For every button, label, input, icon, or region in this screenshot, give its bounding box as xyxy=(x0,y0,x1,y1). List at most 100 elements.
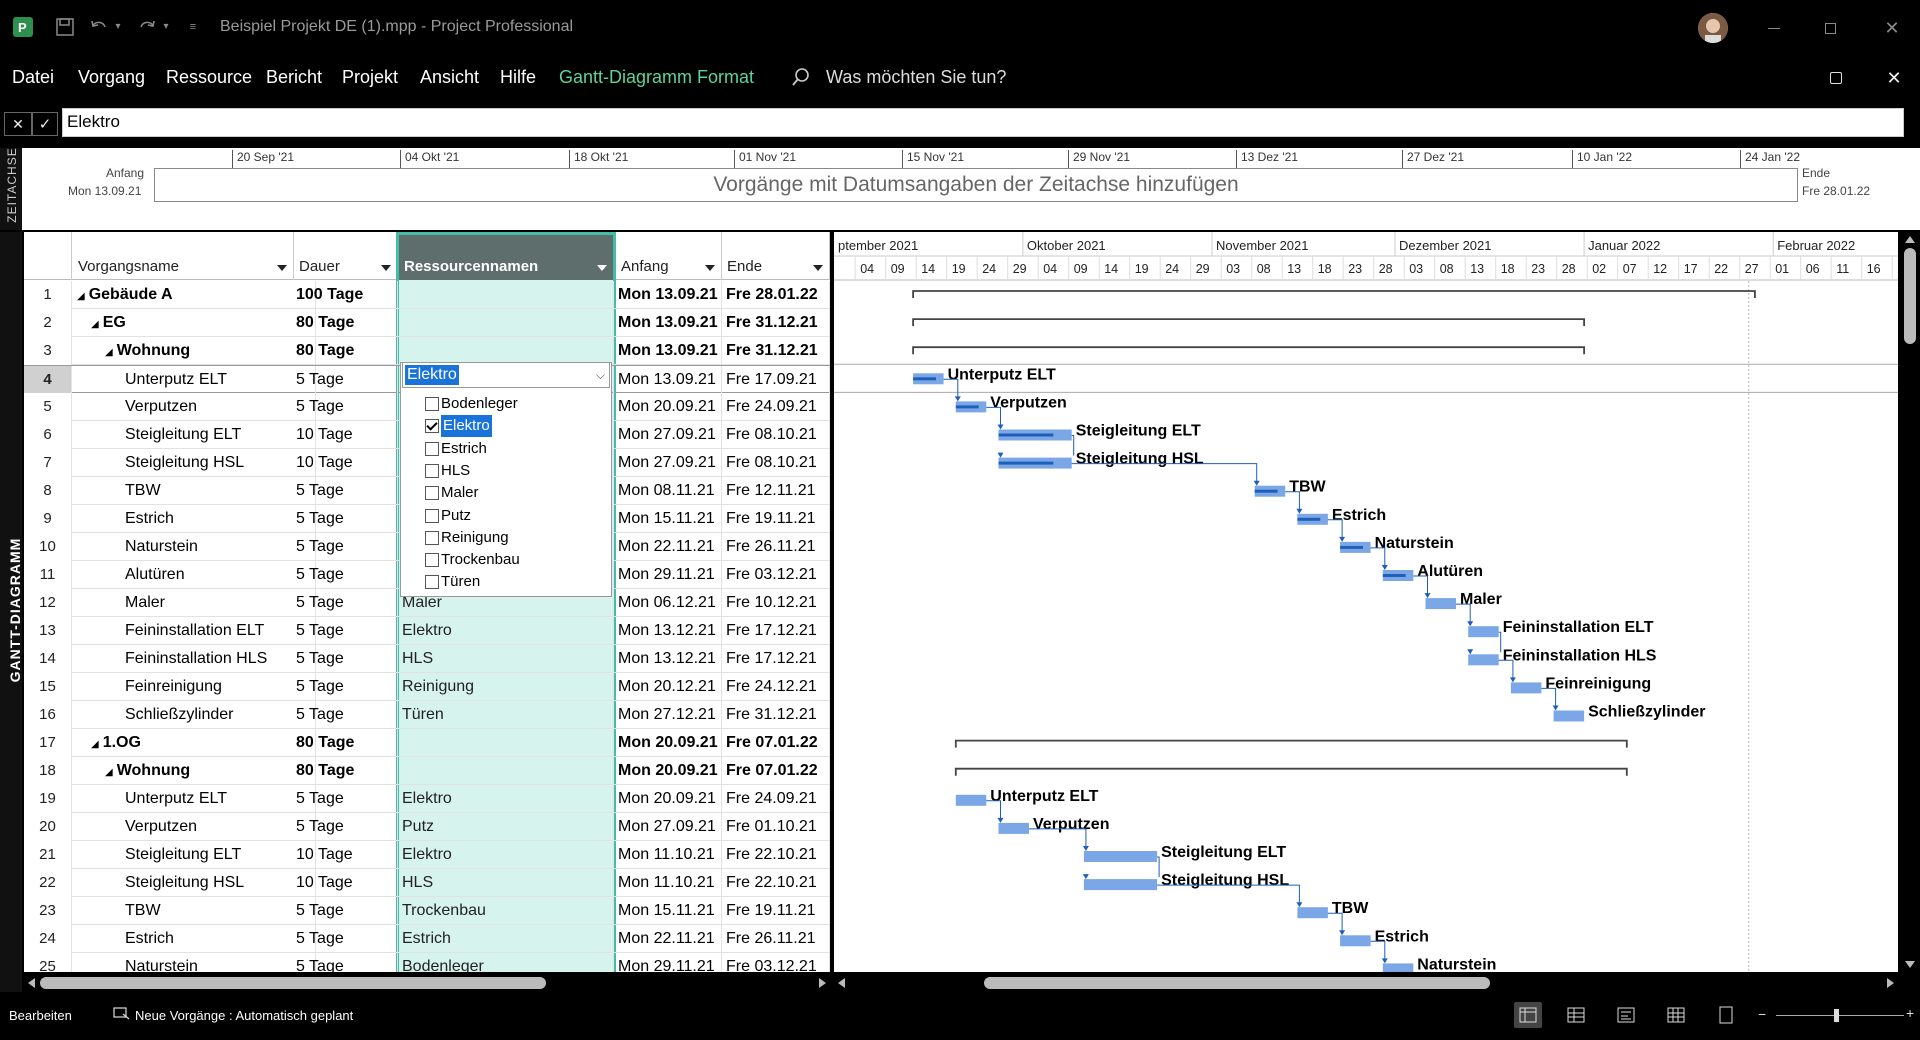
resource-option[interactable]: Maler xyxy=(425,482,479,504)
resource-cell[interactable] xyxy=(398,281,614,309)
customize-quick-access-icon[interactable]: ≡ xyxy=(186,20,200,34)
resource-cell[interactable] xyxy=(398,337,614,365)
duration-cell[interactable]: 10 Tage xyxy=(294,841,398,869)
start-date-cell[interactable]: Mon 13.09.21 xyxy=(618,281,722,309)
duration-cell[interactable]: 5 Tage xyxy=(294,477,398,505)
row-number[interactable]: 21 xyxy=(24,841,72,869)
task-name-cell[interactable]: Naturstein xyxy=(73,953,316,972)
view-team-planner-icon[interactable] xyxy=(1612,1002,1640,1028)
row-number[interactable]: 4 xyxy=(24,366,72,394)
tab-bericht[interactable]: Bericht xyxy=(266,67,322,88)
resource-cell[interactable]: Reinigung xyxy=(398,673,614,701)
resource-option[interactable]: HLS xyxy=(425,460,470,482)
table-horizontal-scrollbar[interactable] xyxy=(24,973,830,993)
table-row[interactable]: 16 Schließzylinder 5 Tage Türen Mon 27.12.21… xyxy=(24,701,830,729)
end-date-cell[interactable]: Fre 31.12.21 xyxy=(722,309,830,337)
resource-option[interactable]: Elektro xyxy=(425,415,492,438)
row-number[interactable]: 8 xyxy=(24,477,72,505)
task-name-cell[interactable]: Steigleitung ELT xyxy=(73,841,316,869)
duration-cell[interactable]: 5 Tage xyxy=(294,505,398,533)
task-bar[interactable] xyxy=(1083,851,1158,862)
view-resource-sheet-icon[interactable] xyxy=(1662,1002,1690,1028)
start-date-cell[interactable]: Mon 06.12.21 xyxy=(618,589,722,617)
column-header-resources[interactable]: Ressourcennamen xyxy=(396,232,616,280)
task-name-cell[interactable]: ◢ 1.OG xyxy=(73,729,316,757)
view-gantt-icon[interactable] xyxy=(1514,1002,1542,1028)
task-name-cell[interactable]: Estrich xyxy=(73,505,316,533)
scroll-right-icon[interactable] xyxy=(819,978,826,988)
summary-bar[interactable] xyxy=(912,346,1585,355)
summary-bar[interactable] xyxy=(954,767,1628,776)
start-date-cell[interactable]: Mon 11.10.21 xyxy=(618,841,722,869)
row-number[interactable]: 10 xyxy=(24,533,72,561)
task-name-cell[interactable]: ◢ Gebäude A xyxy=(73,281,316,309)
task-name-cell[interactable]: Steigleitung HSL xyxy=(73,869,316,897)
end-date-cell[interactable]: Fre 24.12.21 xyxy=(722,673,830,701)
end-date-cell[interactable]: Fre 22.10.21 xyxy=(722,841,830,869)
start-date-cell[interactable]: Mon 15.11.21 xyxy=(618,897,722,925)
row-number[interactable]: 19 xyxy=(24,785,72,813)
table-row[interactable]: 17 ◢ 1.OG 80 Tage Mon 20.09.21 Fre 07.01.22 xyxy=(24,729,830,757)
row-number[interactable]: 18 xyxy=(24,757,72,785)
task-name-cell[interactable]: Alutüren xyxy=(73,561,316,589)
end-date-cell[interactable]: Fre 17.12.21 xyxy=(722,645,830,673)
end-date-cell[interactable]: Fre 03.12.21 xyxy=(722,561,830,589)
end-date-cell[interactable]: Fre 08.10.21 xyxy=(722,421,830,449)
column-header-start[interactable]: Anfang xyxy=(618,232,722,280)
duration-cell[interactable]: 100 Tage xyxy=(294,281,398,309)
task-name-cell[interactable]: ◢ Wohnung xyxy=(73,337,316,365)
start-date-cell[interactable]: Mon 20.09.21 xyxy=(618,729,722,757)
resource-option[interactable]: Bodenleger xyxy=(425,393,518,415)
collapse-toggle-icon[interactable]: ◢ xyxy=(77,291,85,302)
table-row[interactable]: 2 ◢ EG 80 Tage Mon 13.09.21 Fre 31.12.21 xyxy=(24,309,830,337)
view-task-usage-icon[interactable] xyxy=(1562,1002,1590,1028)
end-date-cell[interactable]: Fre 07.01.22 xyxy=(722,729,830,757)
task-name-cell[interactable]: Feinreinigung xyxy=(73,673,316,701)
start-date-cell[interactable]: Mon 29.11.21 xyxy=(618,953,722,972)
entry-input[interactable]: Elektro xyxy=(62,108,1904,137)
end-date-cell[interactable]: Fre 31.12.21 xyxy=(722,337,830,365)
end-date-cell[interactable]: Fre 19.11.21 xyxy=(722,505,830,533)
end-date-cell[interactable]: Fre 28.01.22 xyxy=(722,281,830,309)
end-date-cell[interactable]: Fre 31.12.21 xyxy=(722,701,830,729)
task-bar[interactable] xyxy=(1083,879,1158,891)
summary-bar[interactable] xyxy=(912,318,1585,327)
start-date-cell[interactable]: Mon 20.12.21 xyxy=(618,673,722,701)
start-date-cell[interactable]: Mon 13.09.21 xyxy=(618,309,722,337)
task-bar[interactable] xyxy=(1510,682,1542,694)
task-bar[interactable] xyxy=(1468,654,1499,666)
end-date-cell[interactable]: Fre 22.10.21 xyxy=(722,869,830,897)
filter-dropdown-icon[interactable] xyxy=(277,265,287,271)
tab-hilfe[interactable]: Hilfe xyxy=(500,67,536,88)
resource-checkbox[interactable] xyxy=(425,508,439,523)
resource-cell[interactable]: HLS xyxy=(398,645,614,673)
row-number[interactable]: 12 xyxy=(24,589,72,617)
resource-cell[interactable]: Estrich xyxy=(398,925,614,953)
table-row[interactable]: 20 Verputzen 5 Tage Putz Mon 27.09.21 Fre 01.… xyxy=(24,813,830,841)
duration-cell[interactable]: 5 Tage xyxy=(294,589,398,617)
row-number[interactable]: 11 xyxy=(24,561,72,589)
duration-cell[interactable]: 5 Tage xyxy=(294,925,398,953)
table-row[interactable]: 23 TBW 5 Tage Trockenbau Mon 15.11.21 Fre 19.… xyxy=(24,897,830,925)
row-number[interactable]: 23 xyxy=(24,897,72,925)
start-date-cell[interactable]: Mon 20.09.21 xyxy=(618,757,722,785)
collapse-toggle-icon[interactable]: ◢ xyxy=(91,739,99,750)
table-row[interactable]: 1 ◢ Gebäude A 100 Tage Mon 13.09.21 Fre 28.01… xyxy=(24,281,830,309)
scroll-right-icon[interactable] xyxy=(1887,978,1894,988)
redo-dropdown-icon[interactable]: ▾ xyxy=(160,20,172,32)
task-bar[interactable] xyxy=(1425,598,1457,610)
chart-horizontal-scrollbar[interactable] xyxy=(834,973,1898,993)
task-name-cell[interactable]: Estrich xyxy=(73,925,316,953)
zoom-in-icon[interactable]: + xyxy=(1906,1005,1914,1021)
task-bar[interactable] xyxy=(1297,907,1328,919)
end-date-cell[interactable]: Fre 17.09.21 xyxy=(722,366,830,394)
duration-cell[interactable]: 5 Tage xyxy=(294,393,398,421)
vertical-scrollbar[interactable] xyxy=(1900,232,1920,972)
resource-cell[interactable]: HLS xyxy=(398,869,614,897)
filter-dropdown-icon[interactable] xyxy=(813,265,823,271)
task-name-cell[interactable]: TBW xyxy=(73,897,316,925)
resource-cell-editor[interactable]: Elektro ⌵ xyxy=(402,362,610,388)
duration-cell[interactable]: 5 Tage xyxy=(294,813,398,841)
task-name-cell[interactable]: Verputzen xyxy=(73,813,316,841)
timeline-bar[interactable]: Vorgänge mit Datumsangaben der Zeitachse… xyxy=(154,168,1798,202)
